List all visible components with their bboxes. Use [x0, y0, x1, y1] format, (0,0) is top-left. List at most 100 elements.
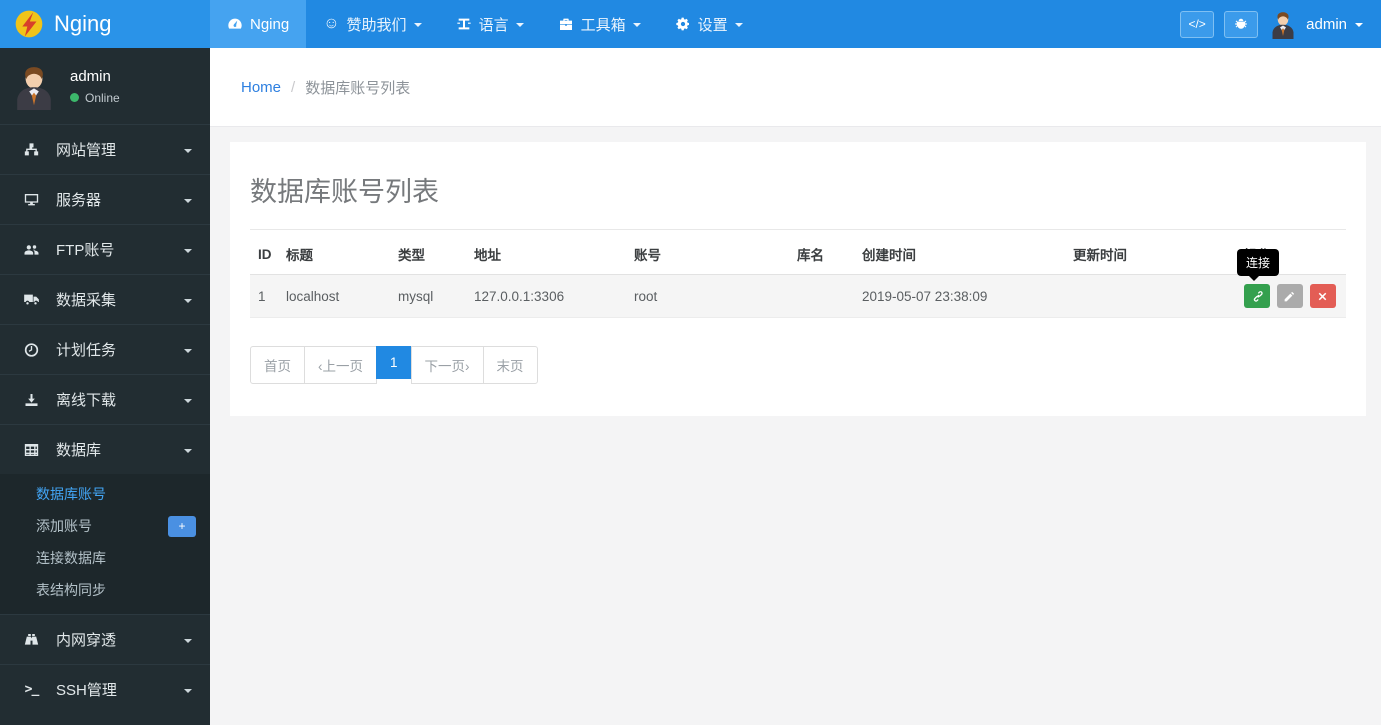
clock-icon	[22, 341, 41, 358]
top-navbar: Nging Nging ☺ 赞助我们 语言 工具箱 设置 </> admin	[0, 0, 1381, 48]
table-icon	[22, 441, 41, 458]
connect-tooltip: 连接	[1237, 249, 1280, 281]
code-button[interactable]: </>	[1180, 10, 1215, 38]
caret-down-icon	[184, 348, 192, 353]
pagination-prev[interactable]: ‹上一页	[304, 346, 377, 384]
col-header-id: ID	[250, 232, 278, 275]
pagination-last[interactable]: 末页	[482, 346, 538, 384]
sidebar-item-frp[interactable]: 内网穿透	[0, 614, 210, 664]
sidebar-item-label: 内网穿透	[56, 632, 117, 649]
pagination-current-link[interactable]: 1	[376, 346, 412, 379]
pagination-page-1[interactable]: 1	[376, 346, 412, 384]
cell-type: mysql	[390, 274, 466, 318]
table-row[interactable]: 1 localhost mysql 127.0.0.1:3306 root 20…	[250, 249, 1346, 318]
sidebar-user-name: admin	[70, 67, 111, 85]
cell-created: 2019-05-07 23:38:09	[854, 274, 1065, 318]
caret-down-icon	[184, 248, 192, 253]
caret-down-icon	[184, 448, 192, 453]
delete-button[interactable]	[1309, 284, 1336, 308]
binoculars-icon	[22, 631, 41, 648]
submenu-item-label: 表结构同步	[36, 582, 106, 598]
nav-item-toolbox[interactable]: 工具箱	[541, 0, 658, 48]
pagination-prev-link[interactable]: ‹上一页	[304, 346, 377, 384]
col-header-updated: 更新时间	[1065, 232, 1236, 275]
caret-down-icon	[184, 148, 192, 153]
sidebar-user-info: admin Online	[70, 68, 120, 105]
content-area: Home / 数据库账号列表 数据库账号列表 ID 标题 类型 地址 账号 库名…	[210, 48, 1381, 725]
caret-down-icon	[1355, 23, 1363, 27]
connect-button[interactable]	[1244, 284, 1270, 308]
edit-button[interactable]	[1276, 284, 1303, 308]
sidebar-menu: 网站管理 服务器 FTP账号 数据采集 计划任务 离线下载 数据库 数据库账号 …	[0, 124, 210, 714]
sidebar-item-db-add-account[interactable]: 添加账号 +	[0, 510, 210, 542]
nav-item-language[interactable]: 语言	[439, 0, 541, 48]
gauge-icon	[227, 16, 243, 32]
brand[interactable]: Nging	[0, 0, 210, 48]
nav-item-sponsor[interactable]: ☺ 赞助我们	[306, 0, 438, 48]
navbar-right: </> admin	[1180, 0, 1381, 48]
pagination-first[interactable]: 首页	[250, 346, 305, 384]
sidebar-item-db-accounts[interactable]: 数据库账号	[0, 478, 210, 510]
caret-down-icon	[184, 198, 192, 203]
breadcrumb-current: 数据库账号列表	[305, 79, 411, 97]
pagination-next[interactable]: 下一页›	[410, 346, 484, 384]
col-header-created: 创建时间	[854, 232, 1065, 275]
cell-updated	[1065, 274, 1236, 318]
sidebar-item-cron[interactable]: 计划任务	[0, 324, 210, 374]
nav-menu: Nging ☺ 赞助我们 语言 工具箱 设置	[210, 0, 760, 48]
code-icon: </>	[1188, 17, 1206, 31]
sidebar-item-server[interactable]: 服务器	[0, 174, 210, 224]
submenu-item-label: 数据库账号	[36, 486, 106, 502]
caret-down-icon	[184, 688, 192, 693]
sidebar-item-label: 服务器	[56, 192, 102, 209]
db-accounts-table: ID 标题 类型 地址 账号 库名 创建时间 更新时间 操作 1 localho	[250, 232, 1346, 318]
nav-item-settings[interactable]: 设置	[658, 0, 760, 48]
sidebar-user-status: Online	[70, 91, 120, 105]
user-menu[interactable]: admin	[1268, 9, 1363, 39]
truck-icon	[22, 291, 41, 308]
sidebar-item-download[interactable]: 离线下载	[0, 374, 210, 424]
caret-down-icon	[515, 23, 524, 27]
sidebar-item-ssh[interactable]: >_ SSH管理	[0, 664, 210, 714]
breadcrumb-separator: /	[291, 78, 296, 96]
sidebar-item-db-connect[interactable]: 连接数据库	[0, 542, 210, 574]
sidebar-item-label: 数据库	[56, 442, 102, 459]
sidebar-item-websites[interactable]: 网站管理	[0, 124, 210, 174]
caret-down-icon	[413, 23, 422, 27]
online-label: Online	[85, 90, 120, 105]
pencil-icon	[1284, 291, 1295, 301]
sidebar-item-collector[interactable]: 数据采集	[0, 274, 210, 324]
avatar	[17, 67, 51, 110]
breadcrumb-home-link[interactable]: Home	[241, 79, 281, 96]
caret-down-icon	[184, 398, 192, 403]
col-header-title: 标题	[278, 232, 390, 275]
caret-down-icon	[184, 298, 192, 303]
submenu-item-label: 添加账号	[36, 518, 92, 534]
sidebar: admin Online 网站管理 服务器 FTP账号 数据采集 计划任务 离线…	[0, 48, 210, 725]
sidebar-item-label: 离线下载	[56, 392, 117, 409]
pagination-last-link[interactable]: 末页	[482, 346, 538, 384]
add-account-button[interactable]: +	[168, 515, 196, 537]
main-background: 数据库账号列表 ID 标题 类型 地址 账号 库名 创建时间 更新时间 1 lo…	[210, 142, 1381, 725]
caret-down-icon	[184, 638, 192, 643]
sidebar-item-db-schema-sync[interactable]: 表结构同步	[0, 574, 210, 606]
nav-item-label: 赞助我们	[346, 16, 407, 34]
cell-dbname	[789, 274, 854, 318]
sidebar-item-database[interactable]: 数据库	[0, 424, 210, 474]
breadcrumb: Home / 数据库账号列表	[210, 48, 1381, 127]
nav-item-nging[interactable]: Nging	[210, 0, 307, 48]
col-header-type: 类型	[390, 232, 466, 275]
cell-address: 127.0.0.1:3306	[466, 274, 626, 318]
nav-item-label: 语言	[478, 16, 509, 34]
caret-down-icon	[632, 23, 641, 27]
sidebar-item-label: SSH管理	[56, 682, 117, 699]
avatar	[1272, 12, 1294, 39]
submenu-item-label: 连接数据库	[36, 550, 106, 566]
pagination-next-link[interactable]: 下一页›	[410, 346, 484, 384]
sidebar-item-ftp[interactable]: FTP账号	[0, 224, 210, 274]
pagination: 首页 ‹上一页 1 下一页› 末页	[250, 346, 1346, 384]
debug-button[interactable]	[1224, 10, 1259, 38]
pagination-first-link[interactable]: 首页	[250, 346, 305, 384]
brand-label: Nging	[54, 11, 112, 36]
sidebar-item-label: 计划任务	[56, 342, 117, 359]
